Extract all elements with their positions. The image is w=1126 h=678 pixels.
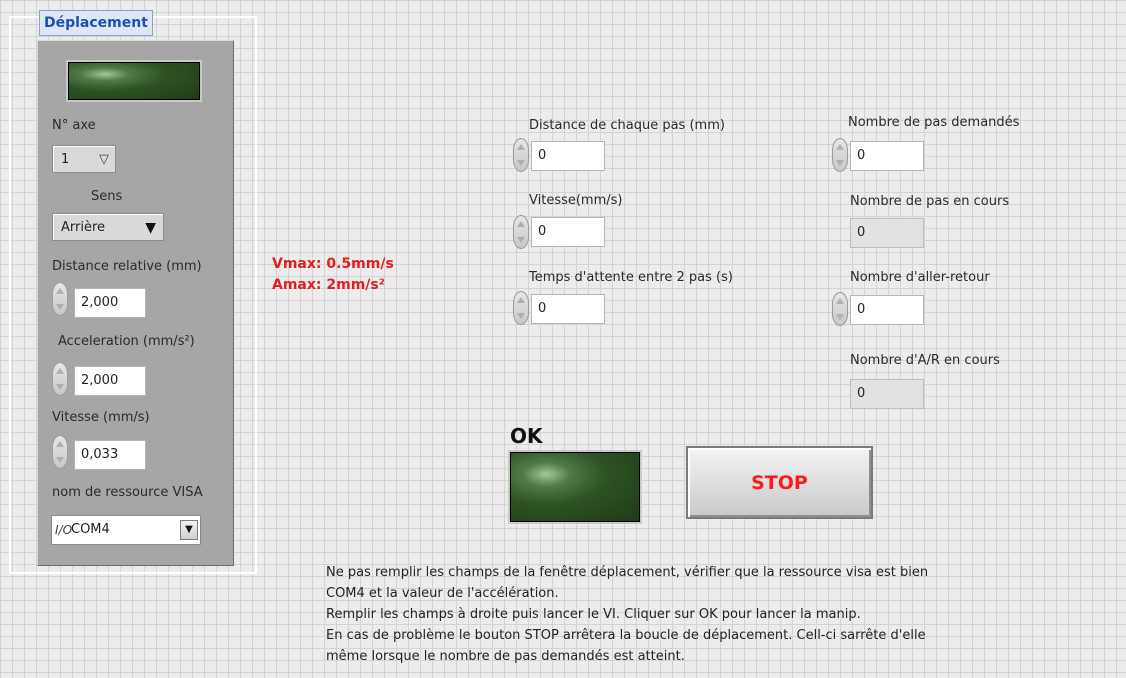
round-trips-current-indicator: 0 (850, 379, 924, 409)
spin-arrows-icon[interactable] (832, 138, 848, 172)
amax-warning: Amax: 2mm/s² (272, 277, 385, 293)
wait-time-label: Temps d'attente entre 2 pas (s) (529, 270, 733, 285)
middle-speed-label: Vitesse(mm/s) (529, 193, 623, 208)
round-trips-field[interactable]: 0 (850, 295, 924, 325)
acceleration-label: Acceleration (mm/s²) (58, 334, 195, 349)
visa-resource-icon: I/O (55, 523, 73, 537)
spin-arrows-icon[interactable] (513, 215, 529, 249)
axis-label: N° axe (52, 118, 96, 133)
spin-arrows-icon[interactable] (52, 282, 68, 316)
dropdown-arrow-icon[interactable]: ▼ (180, 520, 198, 540)
dropdown-arrow-icon: ▼ (145, 220, 156, 236)
cluster-status-led (66, 60, 202, 102)
visa-resource-label: nom de ressource VISA (52, 485, 203, 500)
instruction-line: COM4 et la valeur de l'accélération. (326, 586, 559, 601)
steps-requested-label: Nombre de pas demandés (848, 115, 1020, 130)
vmax-warning: Vmax: 0.5mm/s (272, 256, 394, 272)
round-trips-label: Nombre d'aller-retour (850, 270, 990, 285)
spin-arrows-icon[interactable] (513, 138, 529, 172)
axis-ring-value: 1 (61, 152, 70, 167)
step-distance-label: Distance de chaque pas (mm) (529, 118, 725, 133)
distance-relative-field[interactable]: 2,000 (74, 288, 146, 318)
ok-button[interactable] (508, 450, 642, 524)
round-trips-current-label: Nombre d'A/R en cours (850, 353, 1000, 368)
visa-resource-value: COM4 (71, 522, 110, 537)
instructions-text: Ne pas remplir les champs de la fenêtre … (326, 562, 1046, 667)
spin-arrows-icon[interactable] (832, 292, 848, 326)
steps-current-label: Nombre de pas en cours (850, 194, 1010, 209)
instruction-line: Ne pas remplir les champs de la fenêtre … (326, 565, 929, 580)
stop-button-label: STOP (751, 471, 808, 494)
ring-arrow-icon: ▽ (99, 152, 109, 167)
acceleration-field[interactable]: 2,000 (74, 366, 146, 396)
sens-label: Sens (91, 189, 123, 204)
middle-speed-field[interactable]: 0 (531, 217, 605, 247)
stop-button[interactable]: STOP (686, 446, 873, 519)
sens-dropdown[interactable]: Arrière ▼ (52, 213, 164, 241)
steps-requested-field[interactable]: 0 (850, 141, 924, 171)
steps-current-indicator: 0 (850, 218, 924, 248)
axis-ring[interactable]: 1 ▽ (52, 145, 116, 173)
spin-arrows-icon[interactable] (52, 362, 68, 396)
cluster-title: Déplacement (39, 10, 153, 36)
instruction-line: En cas de problème le bouton STOP arrête… (326, 628, 926, 643)
spin-arrows-icon[interactable] (52, 435, 68, 469)
ok-label: OK (510, 424, 543, 448)
wait-time-field[interactable]: 0 (531, 294, 605, 324)
step-distance-field[interactable]: 0 (531, 141, 605, 171)
sens-value: Arrière (61, 220, 106, 235)
speed-field[interactable]: 0,033 (74, 440, 146, 470)
distance-relative-label: Distance relative (mm) (52, 259, 202, 274)
spin-arrows-icon[interactable] (513, 291, 529, 325)
instruction-line: même lorsque le nombre de pas demandés e… (326, 649, 685, 664)
instruction-line: Remplir les champs à droite puis lancer … (326, 607, 861, 622)
speed-label: Vitesse (mm/s) (52, 410, 150, 425)
visa-resource-control[interactable]: I/O COM4 ▼ (51, 515, 201, 545)
